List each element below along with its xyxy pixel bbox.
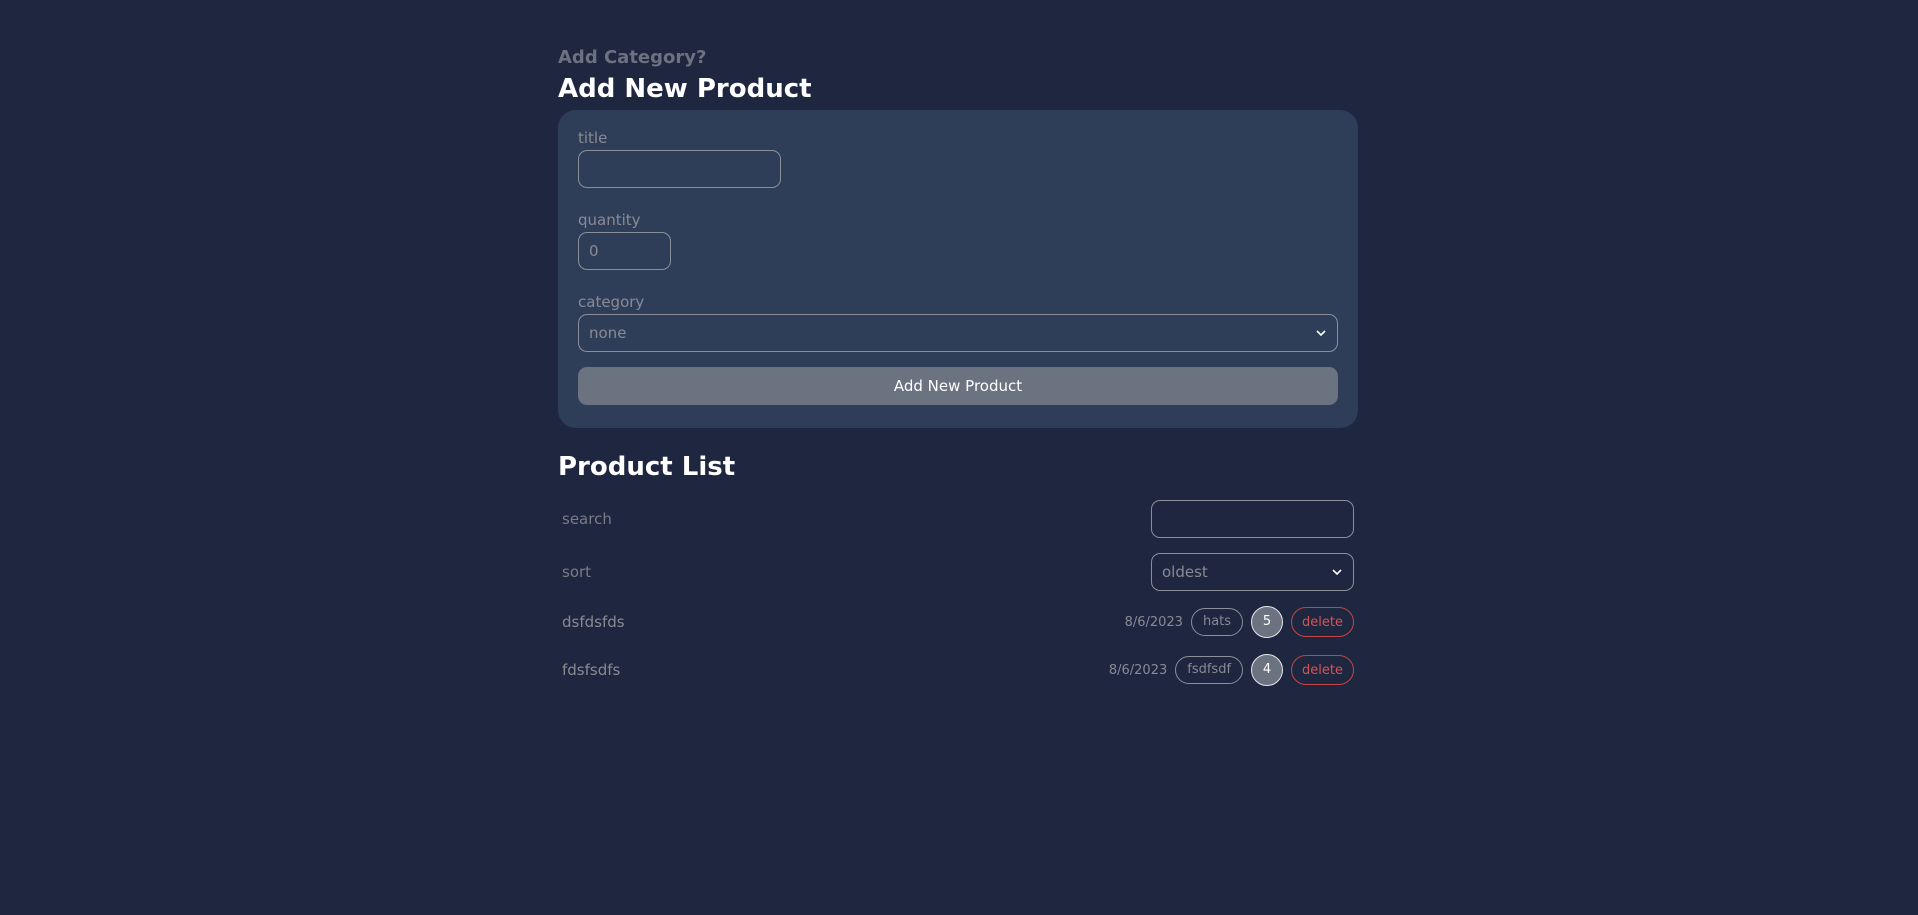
sort-select[interactable]: oldest <box>1151 553 1354 591</box>
category-label: category <box>578 293 645 311</box>
category-select-value: none <box>589 324 627 342</box>
product-row: fdsfsdfs 8/6/2023 fsdfsdf 4 delete <box>558 654 1358 686</box>
chevron-down-icon <box>1332 569 1342 576</box>
search-row: search <box>558 500 1358 538</box>
title-group: title <box>578 128 1338 188</box>
category-select[interactable]: none <box>578 314 1338 352</box>
add-product-form: title quantity category none Add New Pro… <box>558 110 1358 428</box>
product-meta: 8/6/2023 hats 5 delete <box>1125 606 1354 638</box>
product-list-heading: Product List <box>558 452 736 482</box>
product-category-tag: hats <box>1190 608 1244 636</box>
chevron-down-icon <box>1316 330 1326 337</box>
product-date: 8/6/2023 <box>1124 614 1183 630</box>
add-category-link[interactable]: Add Category? <box>558 44 1358 72</box>
product-date: 8/6/2023 <box>1108 662 1168 678</box>
search-label: search <box>562 510 612 528</box>
search-input[interactable] <box>1151 500 1354 538</box>
product-category-tag: fsdfsdf <box>1175 656 1244 684</box>
sort-select-value: oldest <box>1162 563 1208 581</box>
sort-row: sort oldest <box>558 553 1358 591</box>
title-input[interactable] <box>578 150 781 188</box>
product-row: dsfdsfds 8/6/2023 hats 5 delete <box>558 606 1358 638</box>
product-quantity-badge: 4 <box>1251 654 1284 686</box>
product-name: dsfdsfds <box>562 613 625 631</box>
delete-button[interactable]: delete <box>1291 607 1354 637</box>
page-container: Add Category? Add New Product title quan… <box>558 44 1358 686</box>
add-product-heading: Add New Product <box>558 74 812 104</box>
delete-button[interactable]: delete <box>1291 655 1354 685</box>
add-product-button[interactable]: Add New Product <box>578 367 1338 405</box>
sort-label: sort <box>562 563 592 581</box>
product-name: fdsfsdfs <box>562 661 621 679</box>
quantity-input[interactable] <box>578 232 671 270</box>
product-meta: 8/6/2023 fsdfsdf 4 delete <box>1109 654 1354 686</box>
title-label: title <box>578 129 608 147</box>
product-quantity-badge: 5 <box>1251 606 1284 638</box>
quantity-group: quantity <box>578 210 1338 270</box>
category-group: category none <box>578 292 1338 352</box>
quantity-label: quantity <box>578 211 641 229</box>
